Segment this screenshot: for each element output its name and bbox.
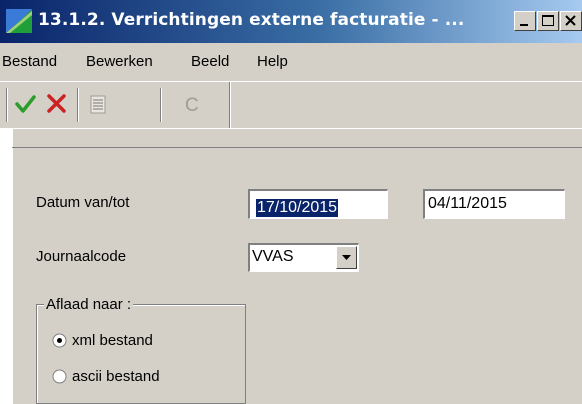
minimize-icon — [520, 24, 528, 26]
date-to-field[interactable]: 04/11/2015 — [423, 189, 565, 219]
radio-xml[interactable] — [52, 333, 67, 348]
maximize-icon — [542, 15, 554, 26]
menu-bestand[interactable]: Bestand — [2, 53, 57, 70]
dropdown-button[interactable] — [336, 246, 357, 269]
date-from-field[interactable]: 17/10/2015 — [248, 189, 388, 219]
date-range-label: Datum van/tot — [36, 194, 130, 211]
list-icon — [90, 95, 106, 114]
confirm-button[interactable] — [13, 92, 37, 116]
export-group-legend: Aflaad naar : — [44, 296, 134, 313]
title-bar: 13.1.2. Verrichtingen externe facturatie… — [0, 0, 582, 43]
toolbar: C — [0, 81, 582, 128]
refresh-button[interactable]: C — [180, 92, 204, 116]
svg-text:C: C — [185, 95, 199, 116]
journal-code-label: Journaalcode — [36, 248, 127, 265]
list-button[interactable] — [86, 92, 110, 116]
toolbar-separator — [229, 82, 231, 128]
app-icon — [6, 9, 32, 33]
journal-code-select[interactable]: VVAS — [248, 243, 359, 272]
radio-ascii-label[interactable]: ascii bestand — [72, 368, 160, 385]
date-to-value: 04/11/2015 — [428, 195, 507, 212]
toolbar-separator — [160, 88, 162, 122]
cancel-button[interactable] — [45, 92, 69, 116]
menu-bewerken[interactable]: Bewerken — [86, 53, 153, 70]
menu-beeld[interactable]: Beeld — [191, 53, 229, 70]
menu-bar: Bestand Bewerken Beeld Help — [0, 43, 582, 81]
minimize-button[interactable] — [514, 11, 536, 31]
export-groupbox — [36, 304, 246, 404]
toolbar-separator — [77, 88, 79, 122]
date-from-value: 17/10/2015 — [256, 199, 339, 217]
refresh-c-icon: C — [185, 95, 199, 116]
radio-ascii[interactable] — [52, 369, 67, 384]
journal-code-value: VVAS — [252, 248, 294, 265]
menu-help[interactable]: Help — [257, 53, 288, 70]
window-title: 13.1.2. Verrichtingen externe facturatie… — [38, 10, 465, 30]
maximize-button[interactable] — [537, 11, 559, 31]
close-button[interactable] — [560, 11, 582, 31]
chevron-down-icon — [342, 255, 351, 260]
close-icon — [565, 15, 576, 26]
radio-xml-label[interactable]: xml bestand — [72, 332, 153, 349]
cross-icon — [47, 94, 66, 113]
toolbar-separator — [6, 88, 8, 122]
check-icon — [15, 95, 36, 113]
panel-divider — [12, 147, 582, 148]
